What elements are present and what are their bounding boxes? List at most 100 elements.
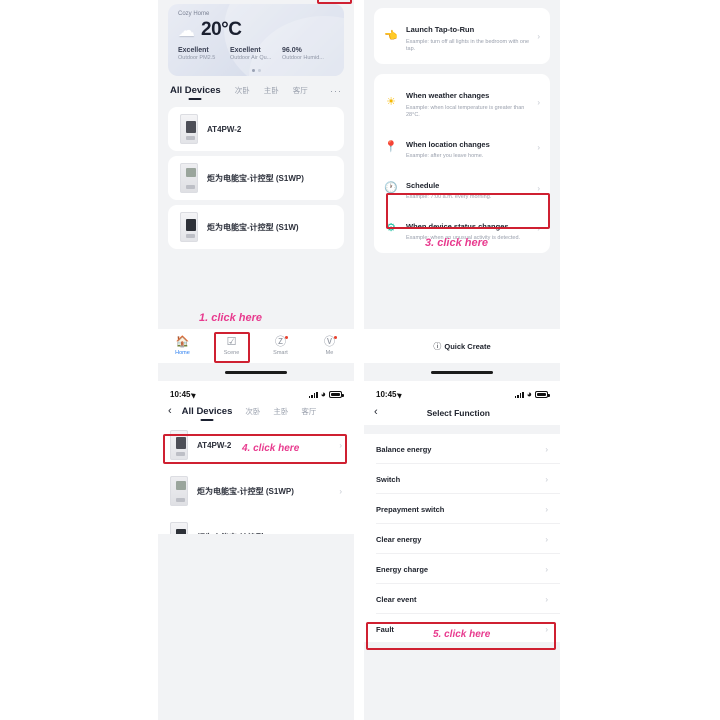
scene-title: Launch Tap-to-Run	[406, 25, 475, 34]
home-indicator	[225, 371, 287, 374]
function-label: Clear energy	[376, 534, 422, 544]
scene-card-triggers: ☀ When weather changes Example: when loc…	[374, 74, 550, 254]
scene-subtitle: Example: 7:00 a.m. every morning.	[406, 194, 492, 201]
annotation-1: 1. click here	[199, 312, 262, 324]
carousel-dots[interactable]	[168, 69, 344, 72]
quick-create-button[interactable]: ⓘ Quick Create	[364, 329, 560, 363]
scene-option-schedule[interactable]: 🕐 Schedule Example: 7:00 a.m. every morn…	[374, 168, 550, 209]
metric-label: Outdoor Humid...	[282, 55, 324, 61]
scene-option-launch-tap-to-run[interactable]: 👈 Launch Tap-to-Run Example: turn off al…	[374, 12, 550, 60]
chevron-right-icon: ›	[537, 183, 540, 193]
device-name: 炬为电能宝-计控型 (S1W)	[207, 222, 299, 232]
chevron-right-icon: ›	[545, 504, 548, 514]
chevron-right-icon: ›	[545, 534, 548, 544]
room-tab-living-room[interactable]: 客厅	[301, 406, 316, 417]
room-tab-secondary-bedroom[interactable]: 次卧	[235, 85, 250, 96]
nav-item-smart[interactable]: Ⓩ Smart	[256, 335, 305, 356]
device-name: AT4PW-2	[207, 124, 242, 134]
function-row-prepayment-switch[interactable]: Prepayment switch ›	[364, 494, 560, 524]
phone-screen-function-select: 10:45 ◕ ‹ Select Function Balance energy…	[364, 386, 560, 720]
function-row-balance-energy[interactable]: Balance energy ›	[364, 434, 560, 464]
scene-subtitle: Example: when local temperature is great…	[406, 104, 525, 119]
function-label: Clear event	[376, 594, 417, 604]
scene-option-when-weather-changes[interactable]: ☀ When weather changes Example: when loc…	[374, 78, 550, 126]
annotation-5: 5. click here	[433, 629, 491, 640]
scene-subtitle: Example: turn off all lights in the bedr…	[406, 38, 530, 52]
clock-icon: 🕐	[384, 181, 398, 194]
room-tab-more-icon[interactable]: ···	[330, 86, 342, 96]
chevron-right-icon: ›	[545, 624, 548, 634]
chevron-right-icon: ›	[545, 474, 548, 484]
device-list-item[interactable]: 炬为电能宝-计控型 (S1WP) ›	[158, 468, 354, 514]
empty-area	[364, 642, 560, 720]
bottom-navigation-bar: 🏠 Home ☑ Scene Ⓩ Smart Ⓥ Me	[158, 329, 354, 363]
function-row-switch[interactable]: Switch ›	[364, 464, 560, 494]
scene-title: When device status changes	[406, 221, 509, 231]
nav-label: Smart	[273, 349, 288, 356]
room-tab-bar: All Devices 次卧 主卧 客厅 ···	[158, 76, 354, 102]
phone-screen-scene: 👈 Launch Tap-to-Run Example: turn off al…	[364, 0, 560, 381]
weather-card[interactable]: Cozy Home ☁ 20°C Excellent Outdoor PM2.5…	[168, 4, 344, 76]
lightning-circle-icon: ⓘ	[433, 341, 442, 351]
chevron-right-icon: ›	[537, 224, 540, 234]
device-card[interactable]: 炬为电能宝-计控型 (S1WP)	[168, 156, 344, 200]
nav-item-home[interactable]: 🏠 Home	[158, 336, 207, 356]
function-row-clear-energy[interactable]: Clear energy ›	[364, 524, 560, 554]
tap-hand-icon: 👈	[384, 29, 398, 42]
function-select-header: ‹ Select Function	[364, 403, 560, 425]
cellular-bars-icon	[514, 391, 524, 398]
metric-value: Excellent	[230, 47, 261, 54]
cloud-icon: ☁	[178, 20, 195, 40]
quick-create-label: Quick Create	[444, 341, 491, 351]
metric-value: 96.0%	[282, 47, 302, 54]
room-tab-all-devices[interactable]: All Devices	[170, 85, 221, 96]
function-label: Switch	[376, 474, 401, 484]
function-label: Balance energy	[376, 444, 432, 454]
room-tab-secondary-bedroom[interactable]: 次卧	[245, 406, 260, 417]
wifi-icon: ◕	[526, 389, 532, 399]
room-tab-master-bedroom[interactable]: 主卧	[264, 85, 279, 96]
status-bar-time: 10:45	[170, 390, 191, 399]
device-card[interactable]: 炬为电能宝-计控型 (S1W)	[168, 205, 344, 249]
page-title: Select Function	[426, 407, 490, 418]
wifi-icon: ◕	[320, 389, 326, 399]
scene-subtitle: Example: after you leave home.	[406, 153, 484, 160]
nav-item-scene[interactable]: ☑ Scene	[207, 336, 256, 356]
scene-option-when-location-changes[interactable]: 📍 When location changes Example: after y…	[374, 127, 550, 168]
phone-screen-device-select: 10:45 ◕ ‹ All Devices 次卧 主卧 客厅 AT4PW-2 ›	[158, 386, 354, 720]
function-row-clear-event[interactable]: Clear event ›	[364, 584, 560, 614]
device-thumbnail-icon	[180, 212, 198, 242]
device-thumbnail-icon	[170, 430, 188, 460]
nav-label: Home	[175, 349, 190, 356]
room-tab-living-room[interactable]: 客厅	[293, 85, 308, 96]
chevron-right-icon: ›	[537, 98, 540, 108]
device-card[interactable]: AT4PW-2	[168, 107, 344, 151]
room-tab-master-bedroom[interactable]: 主卧	[273, 406, 288, 417]
chevron-right-icon: ›	[537, 142, 540, 152]
chevron-right-icon: ›	[537, 31, 540, 41]
cellular-bars-icon	[308, 391, 318, 398]
function-label: Prepayment switch	[376, 504, 445, 514]
function-row-energy-charge[interactable]: Energy charge ›	[364, 554, 560, 584]
chevron-right-icon: ›	[545, 444, 548, 454]
chevron-left-icon[interactable]: ‹	[168, 406, 172, 417]
device-thumbnail-icon	[180, 163, 198, 193]
chevron-right-icon: ›	[545, 564, 548, 574]
chevron-right-icon: ›	[339, 440, 342, 450]
device-status-icon: ⚙	[386, 222, 396, 235]
scene-title: Schedule	[406, 180, 440, 190]
badge-dot	[285, 335, 288, 339]
smart-icon: Ⓩ	[275, 335, 288, 348]
me-icon: Ⓥ	[324, 335, 337, 348]
room-tab-all-devices[interactable]: All Devices	[182, 406, 233, 417]
metric-pm25: Excellent Outdoor PM2.5	[178, 47, 230, 61]
metric-value: Excellent	[178, 47, 209, 54]
device-thumbnail-icon	[170, 476, 188, 506]
status-bar-time: 10:45	[376, 390, 397, 399]
metric-label: Outdoor Air Qu...	[230, 55, 272, 61]
location-arrow-icon	[397, 390, 404, 399]
device-name: 炬为电能宝-计控型 (S1WP)	[197, 486, 294, 496]
nav-item-me[interactable]: Ⓥ Me	[305, 335, 354, 356]
section-divider	[364, 425, 560, 434]
function-label: Energy charge	[376, 564, 429, 574]
